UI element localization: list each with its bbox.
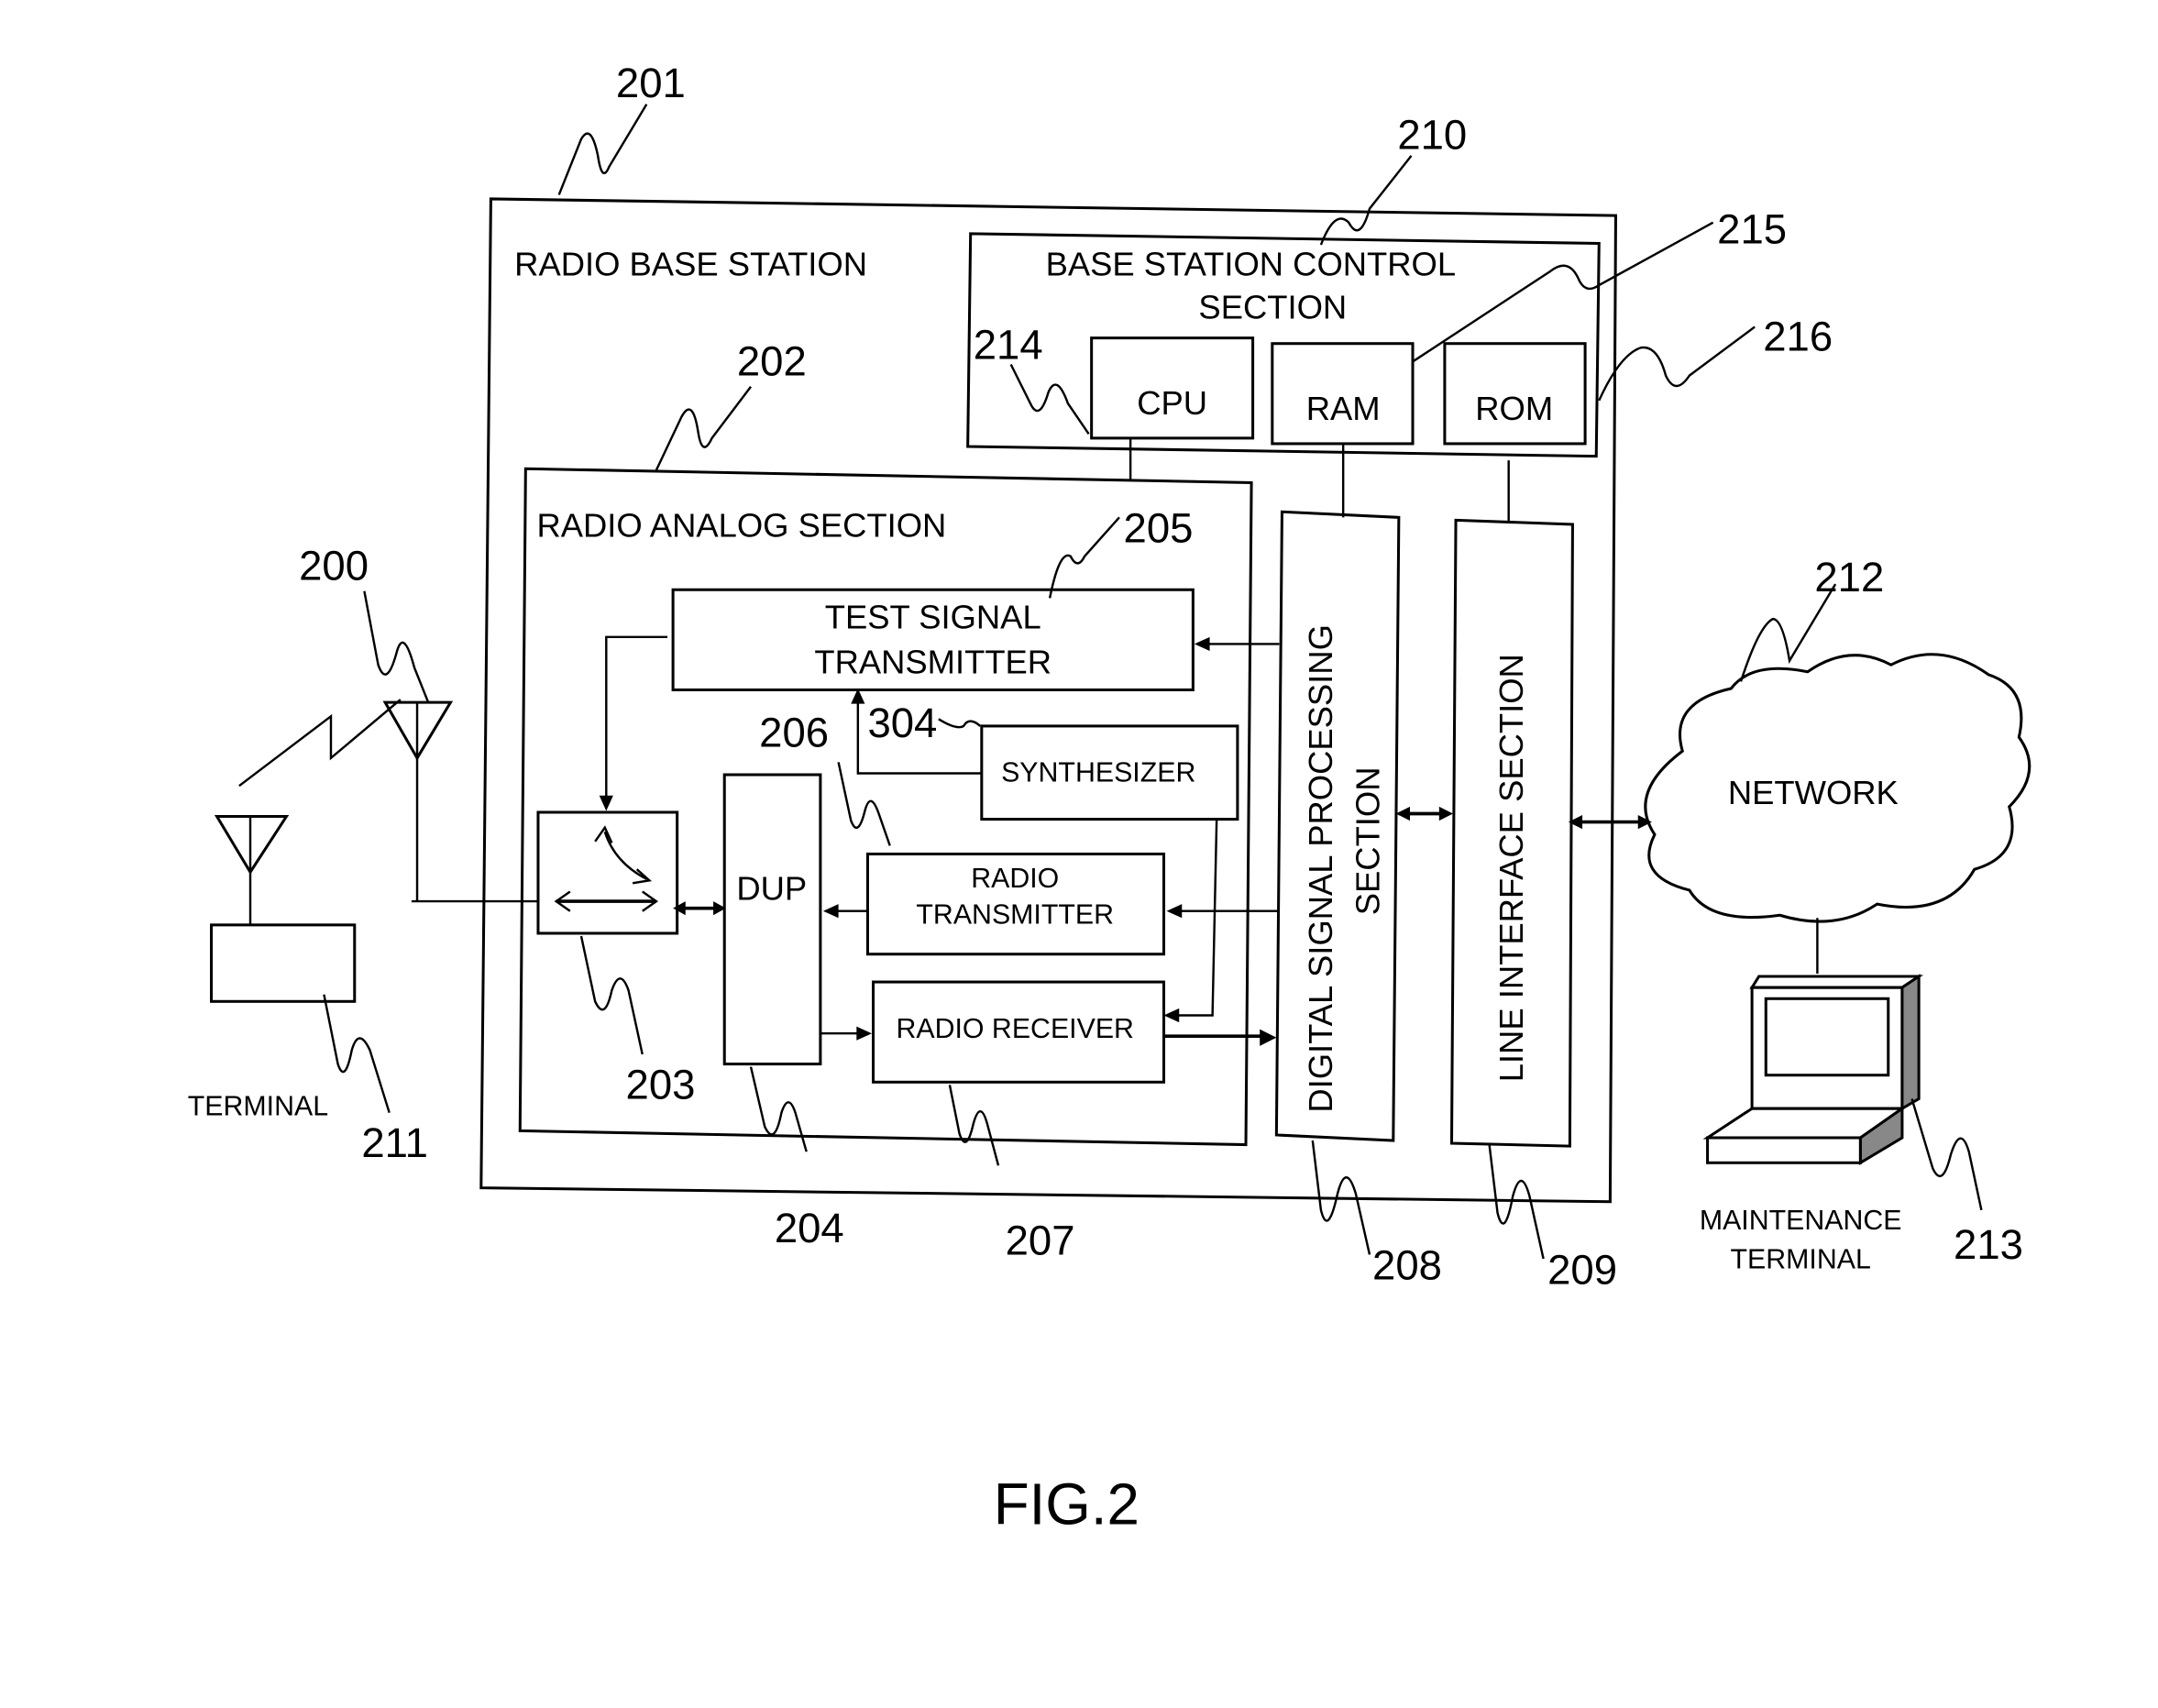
dup-label: DUP	[736, 870, 807, 908]
control-label-line1: BASE STATION CONTROL	[1046, 245, 1456, 282]
ref-212: 212	[1814, 554, 1884, 601]
ref-206: 206	[759, 710, 829, 756]
arrowhead	[822, 904, 839, 919]
leader-216	[1598, 325, 1756, 402]
base-station-antenna: 200	[238, 543, 538, 903]
cpu-label: CPU	[1137, 384, 1207, 422]
switch-box	[536, 810, 679, 935]
maintenance-label-line1: MAINTENANCE	[1700, 1206, 1902, 1236]
antenna-icon	[382, 700, 454, 902]
laptop-icon	[1702, 974, 1924, 1165]
ref-202: 202	[737, 338, 807, 385]
radio-receiver: RADIO RECEIVER 207	[820, 980, 1277, 1263]
duplexer: DUP 204	[722, 773, 844, 1251]
ref-200: 200	[299, 543, 369, 590]
tst-label-line1: TEST SIGNAL	[825, 599, 1041, 636]
leader-200	[363, 590, 430, 703]
terminal-box	[210, 923, 357, 1003]
maintenance-terminal: MAINTENANCE TERMINAL 213	[1700, 974, 2023, 1275]
leader-206	[837, 762, 891, 846]
arrowhead	[1438, 806, 1454, 821]
control-label-line2: SECTION	[1198, 288, 1347, 325]
arrowhead	[599, 795, 613, 811]
arrowhead	[1163, 1008, 1180, 1023]
terminal: TERMINAL 211	[188, 815, 428, 1166]
rtx-label-line2: TRANSMITTER	[916, 899, 1114, 930]
line-interface-label: LINE INTERFACE SECTION	[1492, 654, 1530, 1082]
ref-207: 207	[1006, 1217, 1075, 1263]
dsp-label-line1: DIGITAL SIGNAL PROCESSING	[1302, 624, 1339, 1113]
rrx-label: RADIO RECEIVER	[896, 1014, 1134, 1044]
ref-304: 304	[867, 700, 937, 746]
leader-207	[948, 1085, 1000, 1166]
line-interface-section: LINE INTERFACE SECTION 209	[1449, 518, 1617, 1293]
arrowhead	[856, 1026, 873, 1041]
leader-204	[749, 1066, 808, 1152]
leader-205	[1048, 516, 1120, 599]
synthesizer-label: SYNTHESIZER	[1001, 758, 1195, 788]
terminal-antenna-icon	[214, 815, 290, 925]
leader-211	[323, 994, 391, 1114]
ref-204: 204	[775, 1205, 844, 1251]
ref-203: 203	[626, 1062, 696, 1108]
leader-203	[579, 935, 644, 1055]
leader-213	[1910, 1098, 1983, 1211]
ref-214: 214	[974, 321, 1043, 368]
base-station-control-section: BASE STATION CONTROL SECTION 210 CPU 214…	[966, 111, 1833, 458]
dsp-label-line2: SECTION	[1349, 766, 1387, 915]
network: NETWORK 212	[1644, 554, 2031, 923]
leader-304	[938, 718, 982, 729]
dup-box	[722, 773, 822, 1066]
arrowhead	[1260, 1029, 1277, 1046]
arrowhead	[1194, 636, 1210, 652]
maintenance-label-line2: TERMINAL	[1731, 1245, 1871, 1275]
ref-213: 213	[1954, 1221, 2023, 1268]
ref-209: 209	[1547, 1246, 1617, 1293]
digital-signal-processing-section: DIGITAL SIGNAL PROCESSING SECTION 208	[1274, 510, 1442, 1289]
rom-label: ROM	[1475, 390, 1553, 427]
ref-201: 201	[616, 60, 686, 106]
switch: 203	[536, 635, 696, 1108]
radio-analog-label: RADIO ANALOG SECTION	[536, 507, 946, 545]
ref-216: 216	[1763, 313, 1833, 359]
synth-to-receiver-line	[1172, 819, 1218, 1017]
rtx-label-line1: RADIO	[971, 864, 1059, 894]
ram-label: RAM	[1306, 390, 1381, 427]
arrowhead	[673, 901, 686, 916]
ref-215: 215	[1717, 205, 1787, 252]
ref-205: 205	[1124, 505, 1194, 552]
ref-208: 208	[1372, 1242, 1442, 1289]
leader-210	[1319, 155, 1413, 246]
tst-label-line2: TRANSMITTER	[814, 643, 1051, 680]
figure-caption: FIG.2	[994, 1471, 1140, 1537]
ref-210: 210	[1397, 111, 1467, 158]
leader-214	[1009, 363, 1090, 435]
arrowhead	[1395, 806, 1410, 821]
radio-base-station-label: RADIO BASE STATION	[514, 245, 867, 282]
tst-to-switch-line	[605, 635, 668, 800]
terminal-label: TERMINAL	[188, 1092, 328, 1122]
fig2-diagram: RADIO BASE STATION 201 BASE STATION CONT…	[188, 60, 2031, 1537]
leader-201	[557, 104, 648, 195]
arrowhead	[1166, 904, 1183, 919]
radio-link-icon	[238, 699, 402, 788]
network-label: NETWORK	[1728, 774, 1899, 811]
leader-202	[655, 386, 753, 471]
ref-211: 211	[361, 1119, 428, 1166]
